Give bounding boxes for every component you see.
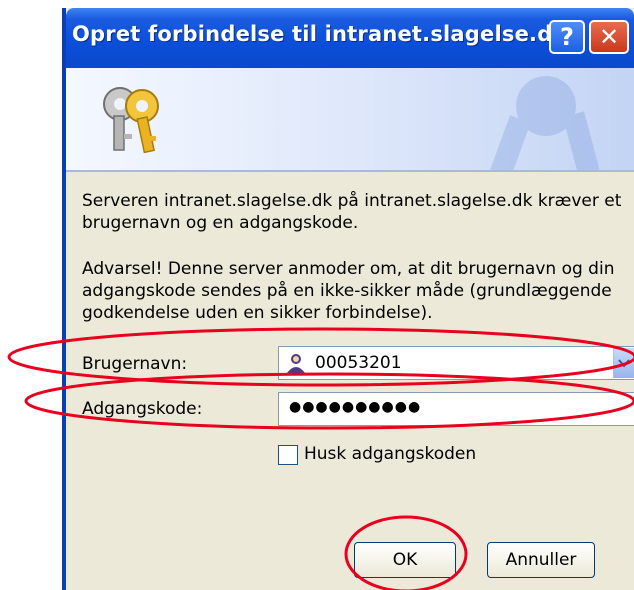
- help-button[interactable]: ?: [549, 20, 585, 54]
- remember-password-label[interactable]: Husk adgangskoden: [304, 444, 476, 464]
- cancel-button[interactable]: Annuller: [487, 542, 595, 578]
- security-warning: Advarsel! Denne server anmoder om, at di…: [82, 259, 615, 323]
- close-button[interactable]: ✕: [589, 20, 629, 54]
- header-banner: [66, 68, 634, 170]
- ok-button[interactable]: OK: [354, 542, 456, 578]
- close-icon: ✕: [598, 23, 620, 51]
- dropdown-arrow-icon[interactable]: [613, 348, 634, 378]
- keys-icon: [103, 87, 159, 154]
- remember-password-checkbox[interactable]: [278, 445, 298, 465]
- dialog-title: Opret forbindelse til intranet.slagelse.…: [72, 22, 567, 46]
- help-icon: ?: [560, 23, 574, 51]
- banner-separator: [66, 170, 634, 172]
- user-icon: [287, 354, 305, 373]
- login-dialog: Opret forbindelse til intranet.slagelse.…: [62, 8, 634, 590]
- username-combobox[interactable]: 00053201: [278, 346, 634, 380]
- server-message: Serveren intranet.slagelse.dk på intrane…: [82, 191, 622, 233]
- password-value: ●●●●●●●●●●: [289, 399, 422, 415]
- username-value: 00053201: [315, 353, 402, 373]
- title-bar[interactable]: Opret forbindelse til intranet.slagelse.…: [66, 8, 634, 68]
- password-field[interactable]: ●●●●●●●●●●: [278, 392, 634, 426]
- password-label: Adgangskode:: [82, 399, 203, 419]
- username-label: Brugernavn:: [82, 354, 188, 374]
